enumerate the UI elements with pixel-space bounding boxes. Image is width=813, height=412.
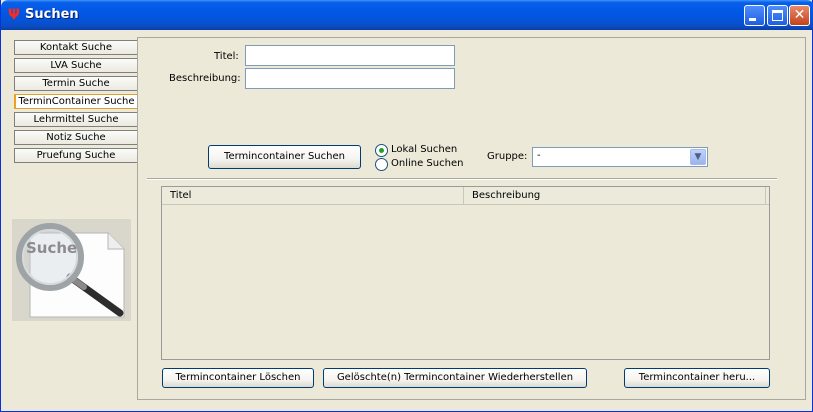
termincontainer-wiederherstellen-button[interactable]: Gelöschte(n) Termincontainer Wiederherst… — [323, 368, 587, 388]
radio-lokal-suchen[interactable] — [375, 144, 388, 157]
close-icon: ✕ — [793, 7, 806, 23]
gruppe-label: Gruppe: — [487, 151, 528, 162]
termincontainer-loeschen-button[interactable]: Termincontainer Löschen — [162, 368, 314, 388]
nav-termin-suche[interactable]: Termin Suche — [14, 76, 138, 91]
nav-pruefung-suche[interactable]: Pruefung Suche — [14, 148, 138, 163]
search-illustration: Suche — [12, 219, 131, 321]
termincontainer-suchen-button[interactable]: Termincontainer Suchen — [208, 145, 361, 169]
termincontainer-herunterladen-button[interactable]: Termincontainer heru... — [624, 368, 770, 388]
window-title: Suchen — [25, 7, 79, 22]
title-bar[interactable]: Ψ Suchen ✕ — [1, 0, 813, 30]
search-window: Ψ Suchen ✕ Kontakt Suche LVA Suche Termi… — [0, 0, 813, 412]
nav-lva-suche[interactable]: LVA Suche — [14, 58, 138, 73]
gruppe-select[interactable]: - ▼ — [532, 147, 708, 167]
maximize-icon — [772, 10, 783, 21]
radio-lokal-label[interactable]: Lokal Suchen — [391, 144, 457, 155]
beschreibung-input[interactable] — [245, 68, 455, 89]
nav-notiz-suche[interactable]: Notiz Suche — [14, 130, 138, 145]
magnifier-document-icon: Suche — [16, 223, 125, 318]
nav-lehrmittel-suche[interactable]: Lehrmittel Suche — [14, 112, 138, 127]
maximize-button[interactable] — [767, 5, 788, 26]
radio-online-label[interactable]: Online Suchen — [391, 158, 463, 169]
nav-termincontainer-suche[interactable]: TerminContainer Suche — [14, 94, 138, 109]
radio-online-suchen[interactable] — [375, 158, 388, 171]
minimize-icon — [749, 18, 756, 21]
separator — [147, 178, 777, 180]
illustration-text: Suche — [26, 239, 77, 257]
titel-input[interactable] — [245, 45, 455, 66]
chevron-down-icon[interactable]: ▼ — [690, 149, 706, 165]
gruppe-value: - — [537, 150, 541, 161]
close-button[interactable]: ✕ — [789, 5, 810, 26]
psi-icon: Ψ — [8, 7, 20, 23]
titel-label: Titel: — [214, 51, 239, 62]
column-header-titel[interactable]: Titel — [162, 187, 464, 205]
beschreibung-label: Beschreibung: — [169, 73, 241, 84]
results-table[interactable]: Titel Beschreibung — [161, 186, 770, 360]
column-header-beschreibung[interactable]: Beschreibung — [464, 187, 766, 205]
nav-kontakt-suche[interactable]: Kontakt Suche — [14, 40, 138, 55]
minimize-button[interactable] — [744, 5, 765, 26]
table-header: Titel Beschreibung — [162, 187, 769, 205]
